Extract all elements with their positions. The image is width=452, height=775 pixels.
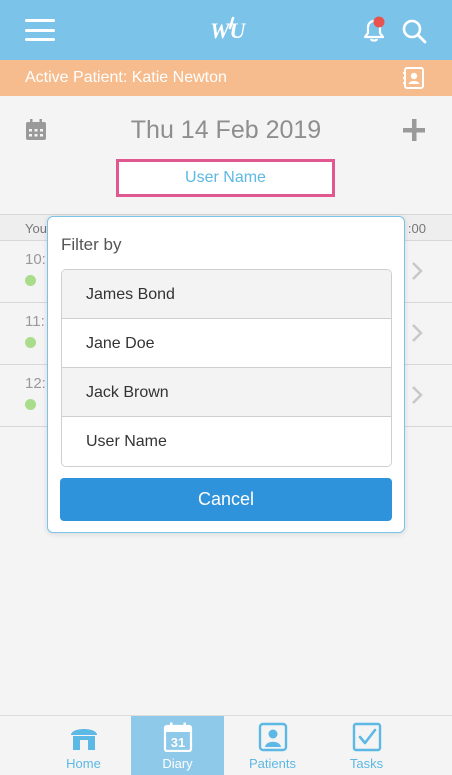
- search-icon[interactable]: [401, 18, 427, 44]
- tab-label: Tasks: [349, 756, 384, 771]
- filter-options-list: James Bond Jane Doe Jack Brown User Name: [61, 269, 392, 467]
- tab-label: Diary: [162, 756, 193, 771]
- user-name-selector-label: User Name: [185, 169, 266, 186]
- appointment-time: 11:: [25, 313, 45, 330]
- app-logo: WU: [210, 16, 246, 43]
- patient-icon: [258, 722, 288, 752]
- filter-option[interactable]: James Bond: [62, 270, 391, 319]
- home-icon: [71, 729, 97, 750]
- notification-bell-icon[interactable]: [360, 16, 388, 44]
- calendar-icon: 31: [163, 722, 193, 752]
- filter-option[interactable]: User Name: [62, 417, 391, 466]
- chevron-right-icon[interactable]: [410, 261, 424, 281]
- menu-icon[interactable]: [25, 19, 55, 41]
- tasks-icon: [352, 722, 382, 752]
- list-header-left: You: [25, 221, 47, 236]
- status-dot: [25, 337, 36, 348]
- tab-tasks[interactable]: Tasks: [320, 716, 413, 775]
- status-dot: [25, 275, 36, 286]
- date-bar: Thu 14 Feb 2019 User Name: [0, 96, 452, 212]
- cancel-button[interactable]: Cancel: [60, 478, 392, 521]
- add-icon[interactable]: [402, 118, 426, 142]
- appointment-time: 10:: [25, 251, 46, 268]
- filter-option[interactable]: Jane Doe: [62, 319, 391, 368]
- current-date: Thu 14 Feb 2019: [130, 116, 322, 144]
- bottom-tab-bar: Home 31 Diary Patients Tasks: [0, 715, 452, 775]
- svg-text:WU: WU: [210, 18, 246, 43]
- active-patient-label: Active Patient: Katie Newton: [25, 69, 227, 86]
- filter-option[interactable]: Jack Brown: [62, 368, 391, 417]
- status-dot: [25, 399, 36, 410]
- user-name-selector[interactable]: User Name: [116, 159, 335, 197]
- svg-text:31: 31: [171, 735, 185, 750]
- list-header-right: :00: [407, 221, 426, 236]
- filter-dialog: Filter by James Bond Jane Doe Jack Brown…: [47, 216, 405, 533]
- tab-patients[interactable]: Patients: [226, 716, 319, 775]
- chevron-right-icon[interactable]: [410, 385, 424, 405]
- chevron-right-icon[interactable]: [410, 323, 424, 343]
- appointment-time: 12:: [25, 375, 46, 392]
- dialog-title: Filter by: [61, 235, 122, 254]
- tab-label: Home: [66, 756, 101, 771]
- active-patient-bar[interactable]: Active Patient: Katie Newton: [0, 60, 452, 96]
- app-header: WU: [0, 0, 452, 60]
- tab-home[interactable]: Home: [37, 716, 130, 775]
- tab-label: Patients: [249, 756, 296, 771]
- tab-diary[interactable]: 31 Diary: [131, 716, 224, 775]
- contact-card-icon[interactable]: [402, 66, 426, 90]
